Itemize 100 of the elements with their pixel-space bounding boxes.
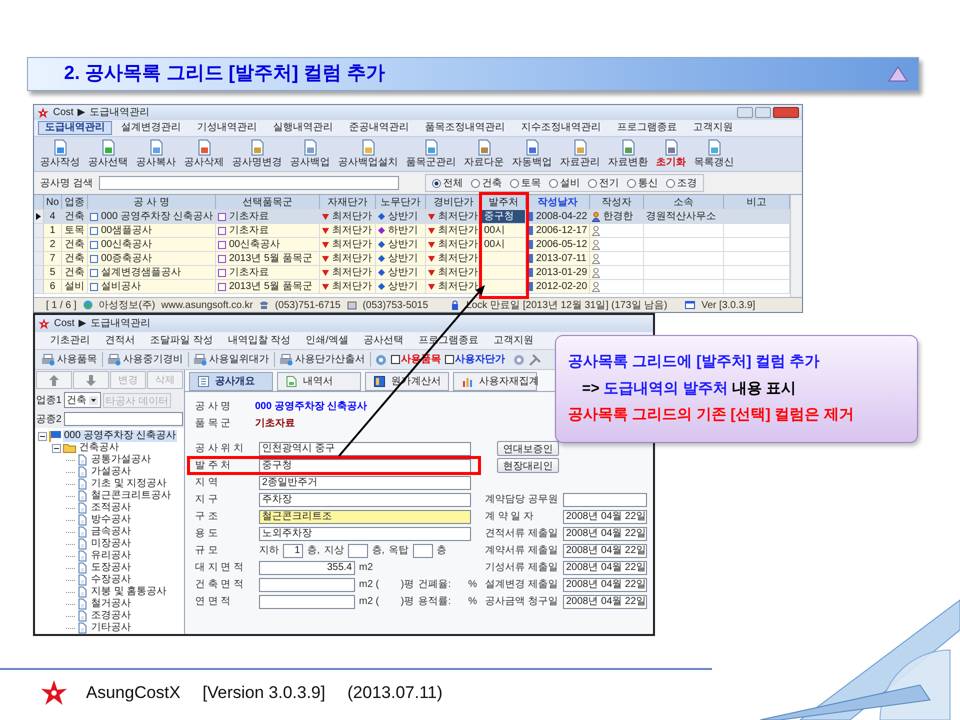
minimize-button[interactable] — [737, 107, 753, 118]
input-field[interactable]: 2008년 04월 22일 — [563, 510, 647, 524]
menu-tab[interactable]: 고객지원 — [686, 121, 740, 135]
tree-item[interactable]: 가설공사 — [90, 466, 132, 478]
input-field[interactable] — [259, 594, 355, 608]
toolbar-button[interactable]: 공사삭제 — [181, 139, 227, 169]
menu-tab[interactable]: 프로그램종료 — [610, 121, 684, 135]
filter-radio[interactable]: 전기 — [588, 176, 619, 190]
tree-item[interactable]: 미장공사 — [90, 538, 132, 550]
menu-item[interactable]: 고객지원 — [486, 333, 540, 348]
expand-toggle-icon[interactable] — [38, 432, 47, 440]
toolbar-button[interactable]: 목록갱신 — [691, 139, 737, 169]
toolbar-button[interactable]: 공사작성 — [37, 139, 83, 169]
menu-tab[interactable]: 도급내역관리 — [38, 121, 112, 135]
tree-item[interactable]: 조경공사 — [90, 610, 132, 622]
table-row[interactable]: 2 건축 00신축공사 00신축공사 최저단가 상반기 최저단가 00시 2006-05-12 — [34, 237, 790, 251]
filter-radio[interactable]: 건축 — [470, 176, 502, 190]
menu-item[interactable]: 견적서 — [98, 333, 142, 348]
toolbar-button[interactable]: 사용단가산출서 — [279, 352, 371, 367]
tree-item[interactable]: 철거공사 — [90, 598, 132, 610]
tab[interactable]: 내역서 — [277, 372, 361, 391]
filter-radio[interactable]: 전체 — [432, 176, 463, 190]
filter-radio[interactable]: 조경 — [666, 176, 697, 190]
menu-item[interactable]: 인쇄/엑셀 — [298, 333, 356, 348]
toolbar-button[interactable]: 사용중기경비 — [107, 352, 189, 367]
tab[interactable]: 공사개요 — [189, 372, 273, 391]
dropdown[interactable]: 건축 — [64, 392, 101, 408]
tree-item[interactable]: 유리공사 — [90, 550, 132, 562]
input-field[interactable] — [412, 544, 433, 558]
form-button[interactable]: 현장대리인 — [497, 458, 559, 473]
row-header[interactable] — [34, 210, 44, 223]
input-field[interactable]: 철근콘크리트조 — [259, 510, 471, 524]
close-button[interactable] — [773, 107, 799, 118]
input-field[interactable] — [348, 544, 368, 558]
toolbar-button[interactable]: 자료다운 — [461, 139, 507, 169]
tree-item[interactable]: 조적공사 — [90, 502, 132, 514]
filter-radio[interactable]: 통신 — [626, 176, 658, 190]
table-row[interactable]: 1 토목 00샘플공사 기초자료 최저단가 하반기 최저단가 00시 2006-12-17 — [34, 223, 790, 237]
filter-radio[interactable]: 토목 — [510, 176, 541, 190]
toolbar-button[interactable]: 사용품목 — [41, 352, 103, 367]
tree-item[interactable]: 000 공영주차장 신축공사 — [63, 430, 178, 442]
input-field[interactable]: 1 — [283, 544, 303, 558]
toolbar-button[interactable]: 공사백업설치 — [335, 139, 401, 169]
maximize-button[interactable] — [755, 107, 771, 118]
menu-item[interactable]: 공사선택 — [356, 333, 410, 348]
menu-tab[interactable]: 실행내역관리 — [266, 121, 340, 135]
tree-item[interactable]: 도장공사 — [90, 562, 132, 574]
toolbar-button[interactable]: 사용일위대가 — [193, 352, 275, 367]
toolbar-button[interactable]: 자료변환 — [605, 139, 651, 169]
tree-item[interactable]: 기타공사 — [90, 622, 132, 634]
up-button[interactable] — [36, 371, 72, 389]
menu-tab[interactable]: 준공내역관리 — [342, 121, 416, 135]
toolbar-button[interactable]: 공사복사 — [133, 139, 179, 169]
input-field[interactable]: 2008년 04월 22일 — [563, 578, 647, 592]
tree-item[interactable]: 기초 및 지정공사 — [90, 478, 168, 490]
toolbar-checkbox[interactable]: 사용자단가 — [445, 352, 505, 367]
form-button[interactable]: 연대보증인 — [497, 441, 559, 456]
input-field[interactable]: 인천광역시 중구 — [259, 442, 471, 456]
toolbar-button[interactable]: 초기화 — [653, 139, 689, 169]
toolbar-button[interactable]: 공사명변경 — [229, 139, 285, 169]
input-field[interactable]: 2008년 04월 22일 — [563, 594, 647, 608]
menu-item[interactable]: 내역입찰 작성 — [220, 333, 298, 348]
input-field[interactable]: 노외주차장 — [259, 526, 471, 540]
input-field[interactable]: 2종일반주거 — [259, 476, 471, 490]
input-field[interactable] — [259, 578, 355, 592]
toolbar-button[interactable]: 공사백업 — [287, 139, 333, 169]
input-field[interactable]: 중구청 — [259, 458, 471, 472]
toolbar-button[interactable]: 품목군관리 — [403, 139, 459, 169]
menu-tab[interactable]: 설계변경관리 — [114, 121, 188, 135]
toolbar-button[interactable]: 공사선택 — [85, 139, 131, 169]
input-field[interactable]: 2008년 04월 22일 — [563, 544, 647, 558]
table-row[interactable]: 6 설비 설비공사 2013년 5월 품목군 최저단가 상반기 최저단가 2012-02-20 — [34, 279, 790, 293]
tree-item[interactable]: 철근콘크리트공사 — [90, 490, 172, 502]
table-row[interactable]: 5 건축 설계변경샘플공사 기초자료 최저단가 상반기 최저단가 2013-01-29 — [34, 265, 790, 279]
tree-item[interactable]: 지붕 및 홈통공사 — [90, 586, 168, 598]
input-field[interactable]: 2008년 04월 22일 — [563, 526, 647, 540]
menu-item[interactable]: 조달파일 작성 — [143, 333, 220, 348]
tree-item[interactable]: 방수공사 — [90, 514, 132, 526]
down-button[interactable] — [73, 371, 109, 389]
filter-radio[interactable]: 설비 — [548, 176, 580, 190]
expand-toggle-icon[interactable] — [52, 444, 61, 452]
tree-item[interactable]: 공통가설공사 — [90, 454, 152, 466]
input-field[interactable]: 주차장 — [259, 492, 471, 506]
input-field[interactable] — [563, 492, 647, 506]
table-row[interactable]: 4 건축 000 공영주차장 신축공사 기초자료 최저단가 상반기 최저단가 중구청 2008-04-22 한경한 경원적산사무소 — [34, 209, 790, 223]
input-field[interactable] — [64, 412, 183, 426]
search-field[interactable] — [98, 176, 399, 190]
tab[interactable]: 사용자재집계 — [453, 372, 537, 391]
input-field[interactable]: 2008년 04월 22일 — [563, 560, 647, 574]
menu-tab[interactable]: 기성내역관리 — [190, 121, 264, 135]
toolbar-button[interactable]: 자료관리 — [557, 139, 603, 169]
menu-tab[interactable]: 품목조정내역관리 — [418, 121, 512, 135]
tree-item[interactable]: 수장공사 — [90, 574, 132, 586]
input-field[interactable]: 355.4 — [259, 560, 355, 574]
tree-item[interactable]: 금속공사 — [90, 526, 132, 538]
tree-item[interactable]: 건축공사 — [78, 442, 120, 454]
table-row[interactable]: 7 건축 00증축공사 2013년 5월 품목군 최저단가 상반기 최저단가 2013-07-11 — [34, 251, 790, 265]
toolbar-button[interactable]: 자동백업 — [509, 139, 555, 169]
menu-item[interactable]: 기초관리 — [43, 333, 97, 348]
menu-tab[interactable]: 지수조정내역관리 — [514, 121, 608, 135]
